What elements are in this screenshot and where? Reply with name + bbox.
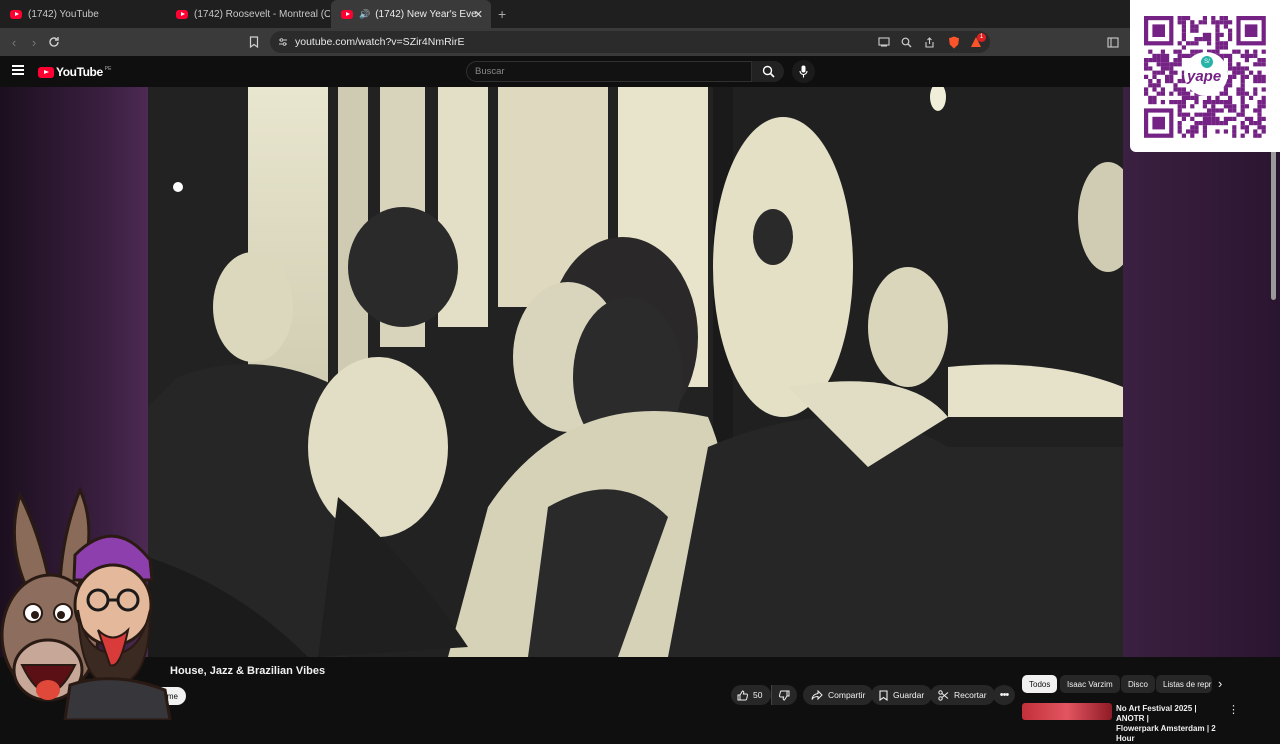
- chip-playlists[interactable]: Listas de repr: [1156, 675, 1212, 693]
- rec-title-line: Flowerpark Amsterdam | 2 Hour: [1116, 724, 1216, 743]
- browser-tab-youtube-home[interactable]: (1742) YouTube: [0, 0, 166, 28]
- share-arrow-icon: [811, 690, 823, 700]
- yape-qr-overlay: S/ yape: [1130, 0, 1280, 152]
- cast-icon[interactable]: [874, 32, 894, 52]
- youtube-favicon-icon: [176, 9, 188, 19]
- site-settings-icon[interactable]: [278, 37, 288, 47]
- share-page-icon[interactable]: [919, 32, 939, 52]
- save-label: Guardar: [893, 690, 925, 700]
- microphone-icon: [799, 65, 808, 78]
- thumbs-down-icon: [779, 690, 790, 701]
- country-code: PE: [104, 65, 112, 72]
- chip-all[interactable]: Todos: [1022, 675, 1058, 693]
- streamer-avatar-overlay: [0, 486, 172, 720]
- page-scrollbar[interactable]: [1271, 150, 1276, 300]
- like-button[interactable]: 50: [731, 685, 771, 705]
- youtube-play-icon: [38, 66, 54, 78]
- chip-label: Disco: [1128, 679, 1149, 689]
- chip-disco[interactable]: Disco: [1121, 675, 1156, 693]
- recommendation-thumbnail[interactable]: [1022, 703, 1112, 720]
- currency-badge: S/: [1201, 56, 1213, 68]
- sidebar-toggle-icon[interactable]: [1103, 32, 1123, 52]
- tab-label: (1742) Roosevelt - Montreal (Official: [194, 8, 330, 20]
- share-label: Compartir: [828, 690, 866, 700]
- chip-label: Isaac Varzim: [1067, 679, 1113, 689]
- chip-label: Listas de repr: [1163, 679, 1212, 689]
- youtube-favicon-icon: [10, 9, 22, 19]
- zoom-icon[interactable]: [896, 32, 916, 52]
- address-bar[interactable]: youtube.com/watch?v=SZir4NmRirE 1: [270, 31, 990, 53]
- voice-search-button[interactable]: [792, 60, 815, 83]
- share-button[interactable]: Compartir: [803, 685, 874, 705]
- bookmark-icon[interactable]: [244, 32, 264, 52]
- forward-arrow-icon[interactable]: ›: [24, 32, 44, 52]
- youtube-logo-text: YouTube: [56, 65, 103, 79]
- ambient-background-right: [1123, 87, 1280, 720]
- menu-icon[interactable]: [12, 65, 24, 75]
- youtube-header: YouTube PE Buscar: [0, 56, 1130, 87]
- save-button[interactable]: Guardar: [871, 685, 933, 705]
- search-button[interactable]: [752, 61, 784, 82]
- tab-label: (1742) YouTube: [28, 8, 99, 20]
- chip-label: Todos: [1029, 679, 1051, 689]
- reload-icon[interactable]: [44, 32, 64, 52]
- clip-button[interactable]: Recortar: [930, 685, 995, 705]
- notification-badge: 1: [977, 33, 986, 42]
- more-actions-button[interactable]: •••: [993, 685, 1015, 705]
- browser-tab-new-years-eve[interactable]: 🔊 (1742) New Year's Eve 2026: D ✕: [331, 0, 491, 28]
- back-arrow-icon[interactable]: ‹: [4, 32, 24, 52]
- video-title: House, Jazz & Brazilian Vibes: [170, 665, 326, 677]
- chip-isaac-varzim[interactable]: Isaac Varzim: [1060, 675, 1120, 693]
- youtube-logo[interactable]: YouTube PE: [38, 65, 111, 79]
- url-text: youtube.com/watch?v=SZir4NmRirE: [295, 36, 465, 48]
- bookmark-save-icon: [879, 689, 888, 701]
- speaker-icon: 🔊: [359, 8, 371, 19]
- scissors-icon: [938, 689, 949, 701]
- tab-label: (1742) New Year's Eve 2026: D: [375, 8, 480, 20]
- chevron-right-icon[interactable]: ›: [1218, 676, 1222, 691]
- search-input[interactable]: Buscar: [466, 61, 752, 82]
- browser-tab-roosevelt[interactable]: (1742) Roosevelt - Montreal (Official: [166, 0, 330, 28]
- video-frame: [148, 87, 1123, 657]
- brave-shields-icon[interactable]: [944, 32, 964, 52]
- yape-logo-text: yape: [1187, 68, 1222, 85]
- browser-tab-strip: (1742) YouTube (1742) Roosevelt - Montre…: [0, 0, 1280, 28]
- rec-title-line: No Art Festival 2025 | ANOTR |: [1116, 704, 1197, 723]
- new-tab-button[interactable]: +: [498, 6, 506, 22]
- yape-logo-background: S/ yape: [1184, 52, 1228, 96]
- browser-toolbar: ‹ › youtube.com/watch?v=SZir4NmRirE 1: [0, 28, 1280, 56]
- like-count: 50: [753, 690, 763, 700]
- search-placeholder: Buscar: [475, 66, 505, 77]
- thumbs-up-icon: [737, 689, 748, 700]
- video-player[interactable]: [148, 87, 1123, 657]
- vertical-dots-icon[interactable]: ⋮: [1228, 703, 1239, 716]
- youtube-favicon-icon: [341, 9, 353, 19]
- search-icon: [762, 65, 775, 78]
- dislike-button[interactable]: [771, 685, 797, 705]
- recommendation-title[interactable]: No Art Festival 2025 | ANOTR | Flowerpar…: [1116, 704, 1224, 744]
- close-tab-icon[interactable]: ✕: [474, 8, 483, 21]
- clip-label: Recortar: [954, 690, 987, 700]
- more-horizontal-icon: •••: [999, 689, 1010, 701]
